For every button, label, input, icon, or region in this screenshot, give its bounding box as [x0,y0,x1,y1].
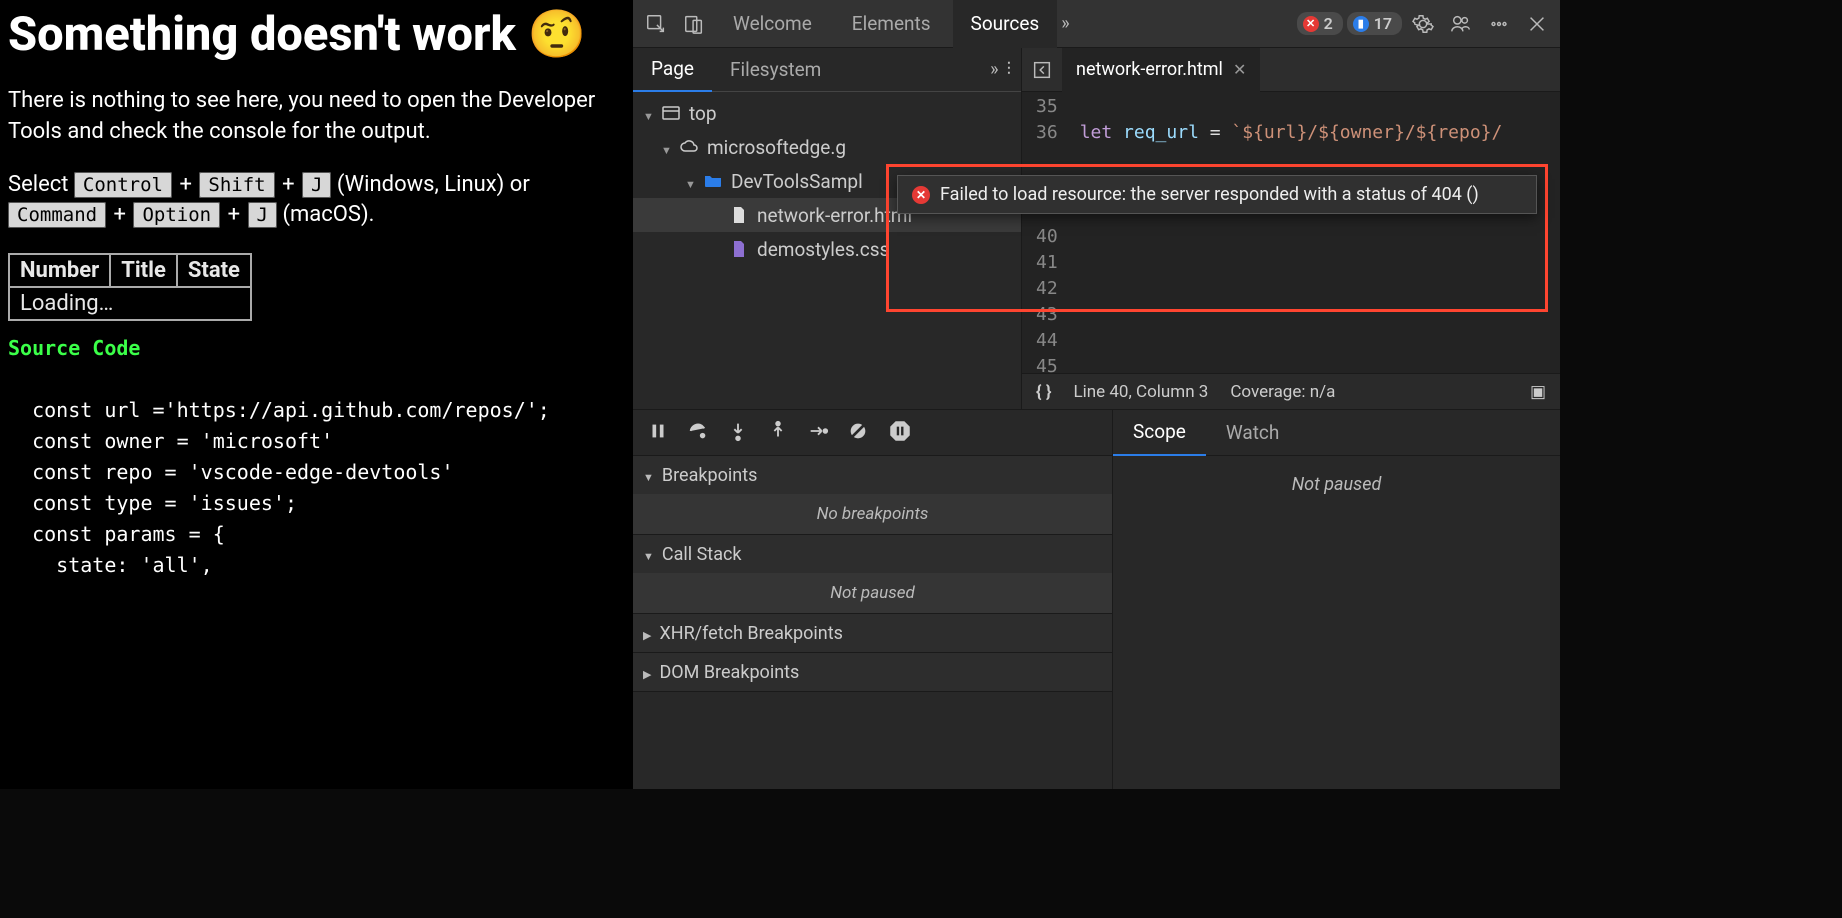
editor-nav-icon[interactable] [1022,48,1062,92]
tab-watch[interactable]: Watch [1206,410,1300,456]
kbd-j-2: J [248,202,277,228]
cloud-icon [679,137,699,157]
kbd-control: Control [74,172,172,198]
window-icon [661,103,681,123]
kbd-j: J [302,172,331,198]
cursor-position: Line 40, Column 3 [1073,382,1208,402]
shortcut-instructions: Select Control + Shift + J (Windows, Lin… [8,170,625,232]
kbd-command: Command [8,202,106,228]
section-dom-breakpoints[interactable]: DOM Breakpoints [633,653,1112,691]
step-icon[interactable] [807,420,829,446]
col-state: State [177,254,251,287]
step-out-icon[interactable] [767,420,789,446]
txt: Select [8,172,74,197]
step-over-icon[interactable] [687,420,709,446]
more-tabs-icon[interactable]: » [1061,13,1069,34]
close-devtools-icon[interactable] [1520,7,1554,41]
txt: (Windows, Linux) or [331,172,529,197]
tab-elements[interactable]: Elements [834,0,949,48]
pause-icon[interactable] [647,420,669,446]
folder-icon [703,171,723,191]
tab-sources[interactable]: Sources [953,0,1058,48]
inspect-element-icon[interactable] [639,7,673,41]
navigator-menu-icon[interactable]: ⫶ [1007,59,1012,80]
code-editor-panel: network-error.html ✕ 35 36 40 41 42 43 4… [1022,48,1560,409]
tab-scope[interactable]: Scope [1113,410,1206,456]
kbd-option: Option [133,202,220,228]
tree-domain[interactable]: microsoftedge.g [633,130,1021,164]
line-gutter: 35 36 40 41 42 43 44 45 [1022,92,1068,373]
tree-folder[interactable]: DevToolsSampl [633,164,1021,198]
settings-gear-icon[interactable] [1406,7,1440,41]
section-breakpoints[interactable]: Breakpoints [633,456,1112,494]
coverage-status: Coverage: n/a [1230,382,1335,402]
subtab-page[interactable]: Page [633,48,712,92]
section-callstack[interactable]: Call Stack [633,535,1112,573]
subtab-filesystem[interactable]: Filesystem [712,48,839,92]
tab-welcome[interactable]: Welcome [715,0,830,48]
devtools-panel: Welcome Elements Sources » ✕2 ▮17 Page F… [633,0,1560,789]
webpage-pane: Something doesn't work 🤨 There is nothin… [0,0,633,789]
scope-body: Not paused [1113,456,1560,789]
editor-tab-file[interactable]: network-error.html ✕ [1062,48,1260,92]
results-table: Number Title State Loading… [8,253,252,321]
source-code-title: Source Code [8,336,140,360]
scope-panel: Scope Watch Not paused [1113,410,1560,789]
more-subtabs-icon[interactable]: » [990,59,998,80]
device-toolbar-icon[interactable] [677,7,711,41]
editor-statusline: { } Line 40, Column 3 Coverage: n/a ▣ [1022,373,1560,409]
devtools-tabstrip: Welcome Elements Sources » ✕2 ▮17 [633,0,1560,48]
loading-cell: Loading… [9,287,251,320]
debug-toolbar [633,410,1112,456]
status-menu-icon[interactable]: ▣ [1530,382,1546,402]
tree-file-css[interactable]: demostyles.css [633,232,1021,266]
col-title: Title [110,254,177,287]
callstack-empty: Not paused [633,573,1112,613]
kebab-menu-icon[interactable] [1482,7,1516,41]
tree-file-html[interactable]: network-error.html [633,198,1021,232]
section-xhr-breakpoints[interactable]: XHR/fetch Breakpoints [633,614,1112,652]
file-navigator: Page Filesystem » ⫶ top microsoftedge.g [633,48,1022,409]
breakpoints-empty: No breakpoints [633,494,1112,534]
deactivate-breakpoints-icon[interactable] [847,420,869,446]
file-tree: top microsoftedge.g DevToolsSampl networ… [633,92,1021,270]
source-code-block: Source Code const url ='https://api.gith… [8,333,625,581]
page-heading: Something doesn't work 🤨 [8,8,625,62]
step-into-icon[interactable] [727,420,749,446]
txt: (macOS). [277,202,374,227]
file-icon [729,205,749,225]
pause-on-exceptions-icon[interactable] [887,418,913,448]
kbd-shift: Shift [199,172,274,198]
feedback-icon[interactable] [1444,7,1478,41]
code-area[interactable]: let req_url = `${url}/${owner}/${repo}/ … [1068,92,1560,373]
col-number: Number [9,254,110,287]
close-tab-icon[interactable]: ✕ [1233,60,1246,79]
format-braces-icon[interactable]: { } [1036,382,1051,402]
issues-badge[interactable]: ▮17 [1347,12,1402,35]
file-icon [729,239,749,259]
error-badge[interactable]: ✕2 [1297,12,1343,35]
page-intro: There is nothing to see here, you need t… [8,86,625,148]
tree-top[interactable]: top [633,96,1021,130]
debugger-panel: Breakpoints No breakpoints Call Stack No… [633,410,1113,789]
